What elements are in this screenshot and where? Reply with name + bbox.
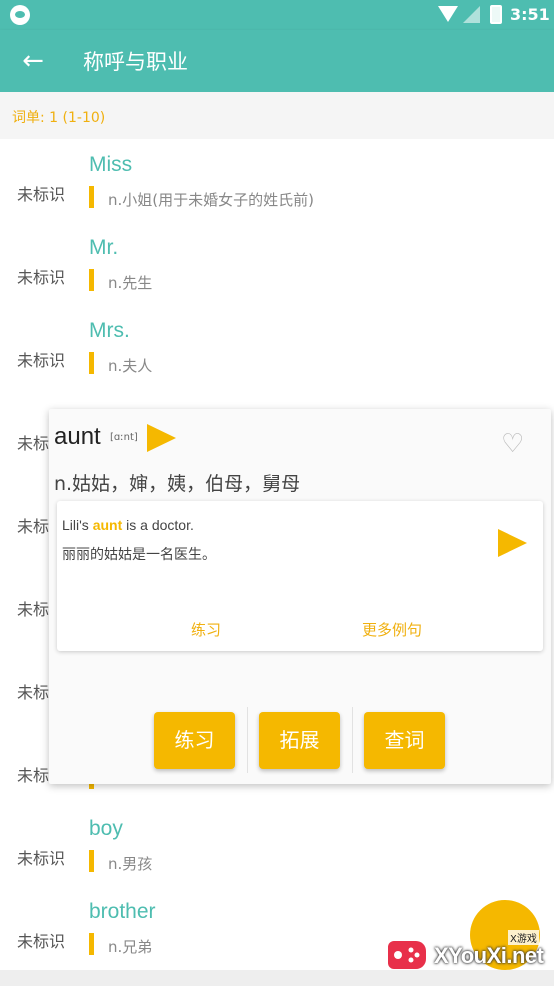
meaning-marker (89, 352, 94, 374)
status-time: 3:51 (510, 5, 550, 24)
word-meaning: n.兄弟 (108, 938, 153, 956)
word-text: brother (89, 900, 156, 923)
word-row[interactable]: 未标识 Mrs. n.夫人 (0, 305, 554, 388)
word-text: Miss (89, 153, 133, 176)
meaning-marker (89, 850, 94, 872)
example-practice-link[interactable]: 练习 (191, 619, 221, 640)
popup-word: aunt (54, 423, 101, 450)
example-card: Lili's aunt is a doctor. 丽丽的姑姑是一名医生。 练习 … (57, 501, 543, 651)
app-toolbar: ← 称呼与职业 (0, 30, 554, 92)
watermark-text: XYouXi.net (434, 943, 544, 968)
word-row[interactable]: 未标识 boy n.男孩 (0, 803, 554, 886)
gamepad-logo-icon (388, 941, 426, 969)
word-detail-popup: aunt [ɑːnt] ♡ n.姑姑，婶，姨，伯母，舅母 Lili's aunt… (49, 409, 551, 784)
lookup-button[interactable]: 查词 (364, 712, 445, 769)
word-meaning: n.夫人 (108, 357, 153, 375)
word-status: 未标识 (17, 268, 66, 287)
button-divider (247, 707, 248, 773)
example-sentence: Lili's aunt is a doctor. (62, 517, 194, 533)
popup-definition: n.姑姑，婶，姨，伯母，舅母 (54, 473, 301, 495)
word-status: 未标识 (17, 849, 66, 868)
expand-button[interactable]: 拓展 (259, 712, 340, 769)
signal-icon (463, 6, 480, 23)
example-translation: 丽丽的姑姑是一名医生。 (62, 547, 216, 563)
word-status: 未标识 (17, 351, 66, 370)
word-list-range: 词单: 1 (1-10) (12, 110, 106, 126)
word-meaning: n.男孩 (108, 855, 153, 873)
play-example-icon[interactable] (498, 529, 527, 557)
battery-icon (490, 5, 502, 24)
word-text: Mr. (89, 236, 119, 259)
meaning-marker (89, 933, 94, 955)
status-bar: 3:51 (0, 0, 554, 30)
word-meaning: n.小姐(用于未婚女子的姓氏前) (108, 191, 314, 209)
bottom-divider (0, 970, 554, 986)
play-pronunciation-icon[interactable] (147, 424, 176, 452)
app-notification-icon (10, 5, 30, 25)
word-row[interactable]: 未标识 Mr. n.先生 (0, 222, 554, 305)
button-divider (352, 707, 353, 773)
meaning-marker (89, 269, 94, 291)
word-list-header: 词单: 1 (1-10) (0, 92, 554, 139)
word-status: 未标识 (17, 185, 66, 204)
favorite-heart-icon[interactable]: ♡ (501, 429, 524, 459)
popup-phonetic: [ɑːnt] (110, 432, 138, 443)
back-arrow-icon[interactable]: ← (16, 44, 50, 78)
word-row[interactable]: 未标识 Miss n.小姐(用于未婚女子的姓氏前) (0, 139, 554, 222)
word-text: boy (89, 817, 123, 840)
practice-button[interactable]: 练习 (154, 712, 235, 769)
word-text: Mrs. (89, 319, 130, 342)
page-title: 称呼与职业 (83, 50, 188, 74)
word-status: 未标识 (17, 932, 66, 951)
wifi-icon (438, 6, 458, 22)
more-examples-link[interactable]: 更多例句 (362, 619, 422, 640)
word-meaning: n.先生 (108, 274, 153, 292)
example-highlight: aunt (92, 517, 123, 533)
meaning-marker (89, 186, 94, 208)
